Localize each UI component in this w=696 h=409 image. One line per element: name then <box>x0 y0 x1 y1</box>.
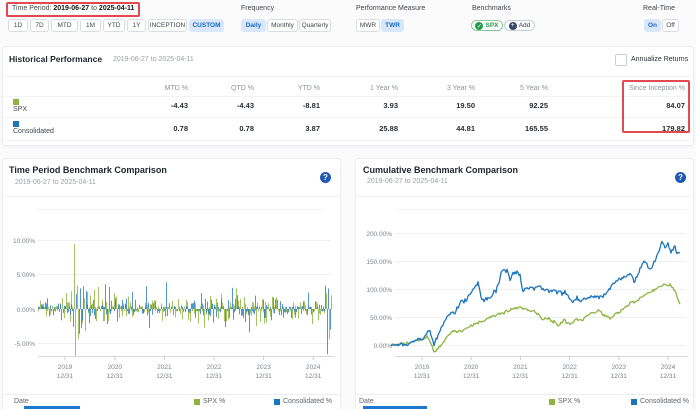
svg-text:12/31: 12/31 <box>512 373 529 380</box>
svg-text:12/31: 12/31 <box>611 373 628 380</box>
svg-text:2020: 2020 <box>464 364 479 371</box>
svg-text:0.00%: 0.00% <box>17 307 36 314</box>
svg-text:12/31: 12/31 <box>107 373 124 380</box>
svg-text:2021: 2021 <box>157 364 172 371</box>
svg-text:2020: 2020 <box>108 364 123 371</box>
svg-text:150.00%: 150.00% <box>366 259 392 266</box>
svg-text:2022: 2022 <box>562 364 577 371</box>
svg-text:12/31: 12/31 <box>463 373 480 380</box>
svg-text:0.00%: 0.00% <box>374 343 393 350</box>
svg-text:12/31: 12/31 <box>414 373 431 380</box>
svg-text:12/31: 12/31 <box>305 373 322 380</box>
svg-text:12/31: 12/31 <box>561 373 578 380</box>
svg-text:10.00%: 10.00% <box>13 238 35 245</box>
svg-text:2022: 2022 <box>207 364 222 371</box>
svg-text:2021: 2021 <box>513 364 528 371</box>
svg-text:12/31: 12/31 <box>57 373 74 380</box>
svg-text:200.00%: 200.00% <box>366 231 392 238</box>
svg-text:12/31: 12/31 <box>156 373 173 380</box>
svg-text:2023: 2023 <box>612 364 627 371</box>
svg-text:2024: 2024 <box>661 364 676 371</box>
svg-text:2024: 2024 <box>306 364 321 371</box>
svg-text:2019: 2019 <box>415 364 430 371</box>
svg-text:100.00%: 100.00% <box>366 287 392 294</box>
svg-text:-5.00%: -5.00% <box>14 341 35 348</box>
svg-text:2019: 2019 <box>58 364 73 371</box>
svg-text:12/31: 12/31 <box>206 373 223 380</box>
svg-text:12/31: 12/31 <box>660 373 677 380</box>
svg-text:50.00%: 50.00% <box>370 315 392 322</box>
svg-text:2023: 2023 <box>256 364 271 371</box>
svg-text:12/31: 12/31 <box>255 373 272 380</box>
svg-text:5.00%: 5.00% <box>17 272 36 279</box>
